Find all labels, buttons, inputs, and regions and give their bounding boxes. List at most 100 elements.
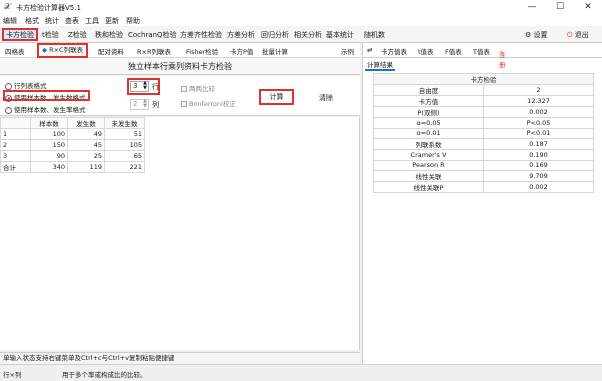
- grid-cell[interactable]: 45: [67, 139, 105, 151]
- table-row: α=0.05 P<0.05: [373, 117, 594, 129]
- result-label: α=0.05: [373, 117, 484, 129]
- swap-icon[interactable]: ⇄: [367, 46, 372, 54]
- result-value: 0.002: [483, 106, 594, 118]
- radio-indicator: [5, 106, 12, 114]
- grid-cell: 119: [67, 161, 105, 173]
- grid-cell: 340: [30, 161, 68, 173]
- subtab-paired[interactable]: 配对资料: [98, 46, 124, 56]
- result-label: P(双侧): [373, 106, 484, 118]
- radio-label: 行列表格式: [14, 82, 47, 90]
- calculate-button[interactable]: 计算: [262, 92, 291, 102]
- radio-row-column-format[interactable]: 行列表格式: [5, 80, 47, 90]
- results-table: 卡方检验 自由度 2 卡方值 12.327 P(双侧) 0.002 α=0.05…: [373, 73, 594, 193]
- data-grid[interactable]: 样本数 发生数 未发生数 1 100 49 51 2 150 45 105 3 …: [0, 117, 145, 173]
- menu-tools[interactable]: 工具: [85, 16, 99, 26]
- table-row: 卡方值 12.327: [373, 95, 594, 107]
- input-hint: 单输入状态支持右键菜单及Ctrl+c与Ctrl+v复制粘贴便捷键: [0, 352, 360, 364]
- subtab-fourfold[interactable]: 四格表: [5, 46, 25, 56]
- grid-cell[interactable]: 90: [30, 150, 68, 162]
- grid-cell[interactable]: 51: [104, 128, 145, 140]
- grid-cell[interactable]: 49: [67, 128, 105, 140]
- table-row: 列联系数 0.187: [373, 138, 594, 150]
- tab-random[interactable]: 随机数: [362, 29, 387, 42]
- tab-z-test[interactable]: Z检验: [66, 29, 89, 42]
- checkbox-box: [181, 101, 187, 107]
- tab-cochran-q[interactable]: CochranQ检验: [126, 29, 179, 42]
- tab-T-table[interactable]: T值表: [473, 46, 490, 56]
- tab-correlation[interactable]: 相关分析: [292, 29, 324, 42]
- tab-chi-square[interactable]: 卡方检验: [2, 28, 38, 41]
- status-left: 行×列: [3, 371, 22, 379]
- tab-results[interactable]: 计算结果: [365, 59, 395, 71]
- window-title: 卡方检验计算器V5.1: [16, 4, 81, 12]
- cols-spinner[interactable]: 2 ▲ ▼: [130, 99, 149, 110]
- spinner-arrows-icon[interactable]: ▲ ▼: [143, 99, 147, 109]
- example-link[interactable]: 示例: [341, 46, 354, 56]
- table-header-row: 样本数 发生数 未发生数: [0, 117, 145, 129]
- menu-bar: 编辑 格式 统计 查表 工具 更新 帮助: [0, 14, 602, 26]
- subtab-rxr[interactable]: R×R列联表: [137, 46, 171, 56]
- menu-update[interactable]: 更新: [105, 16, 119, 26]
- results-pane: ⇄ 卡方值表 t值表 F值表 T值表 ⚷ 注册 计算结果 卡方检验 自由度 2 卡…: [362, 43, 602, 364]
- table-row-total: 合计 340 119 221: [0, 161, 145, 173]
- tab-t-test[interactable]: t检验: [40, 29, 61, 42]
- subtab-fisher[interactable]: Fisher检验: [186, 46, 218, 56]
- result-value: 0.187: [483, 138, 594, 150]
- bonferroni-checkbox[interactable]: Bonferroni校正: [181, 98, 236, 108]
- tab-anova[interactable]: 方差分析: [225, 29, 257, 42]
- minimize-button[interactable]: —: [518, 0, 546, 14]
- menu-statistics[interactable]: 统计: [45, 16, 59, 26]
- cols-label: 列: [152, 101, 159, 109]
- header-cell: 发生数: [67, 117, 105, 129]
- tab-regression[interactable]: 回归分析: [259, 29, 291, 42]
- clear-button[interactable]: 清除: [314, 93, 338, 103]
- table-row: P(双侧) 0.002: [373, 106, 594, 118]
- menu-lookup[interactable]: 查表: [65, 16, 79, 26]
- settings-button[interactable]: ⚙ 设置: [525, 29, 548, 41]
- table-row: 1 100 49 51: [0, 128, 145, 140]
- menu-help[interactable]: 帮助: [126, 16, 140, 26]
- result-label: Cramer's V: [373, 149, 484, 161]
- subtab-rxc[interactable]: ◆ R×C列联表: [37, 43, 89, 58]
- grid-cell[interactable]: 25: [67, 150, 105, 162]
- cols-spinner-value: 2: [133, 100, 138, 108]
- grid-cell[interactable]: 150: [30, 139, 68, 151]
- table-row: 线性关联 9.709: [373, 170, 594, 182]
- table-row: α=0.01 P<0.01: [373, 127, 594, 139]
- checkbox-label: 两两比较: [189, 85, 215, 93]
- tab-descriptive[interactable]: 基本统计: [324, 29, 356, 42]
- grid-cell[interactable]: 105: [104, 139, 145, 151]
- tab-rank-sum[interactable]: 秩和检验: [93, 29, 125, 42]
- tab-t-table[interactable]: t值表: [418, 46, 434, 56]
- grid-cell[interactable]: 100: [30, 128, 68, 140]
- grid-cell: 221: [104, 161, 145, 173]
- app-icon: 𝒳: [4, 2, 11, 11]
- main-tab-bar: 卡方检验 t检验 Z检验 秩和检验 CochranQ检验 方差齐性检验 方差分析…: [0, 26, 602, 43]
- result-value: P<0.01: [483, 127, 594, 139]
- data-grid-area: 样本数 发生数 未发生数 1 100 49 51 2 150 45 105 3 …: [0, 117, 360, 350]
- results-title-row: 卡方检验: [373, 73, 594, 85]
- result-label: Pearson R: [373, 159, 484, 171]
- maximize-button[interactable]: ☐: [546, 0, 574, 14]
- tab-f-table[interactable]: F值表: [445, 46, 462, 56]
- tab-chi-table[interactable]: 卡方值表: [381, 46, 407, 56]
- subtab-batch[interactable]: 批量计算: [262, 46, 288, 56]
- spinner-arrows-icon[interactable]: ▲ ▼: [143, 81, 147, 91]
- table-row: Cramer's V 0.190: [373, 149, 594, 161]
- subtab-chi-p[interactable]: 卡方P值: [230, 46, 253, 56]
- grid-cell[interactable]: 65: [104, 150, 145, 162]
- row-label: 1: [0, 128, 31, 140]
- menu-edit[interactable]: 编辑: [3, 16, 17, 26]
- result-label: 线性关联: [373, 170, 484, 182]
- close-button[interactable]: ✕: [574, 0, 602, 14]
- result-label: 自由度: [373, 84, 484, 96]
- radio-sample-rate-format[interactable]: 使用样本数、发生率格式: [5, 104, 86, 114]
- rows-spinner[interactable]: 3 ▲ ▼: [130, 81, 149, 92]
- result-value: P<0.05: [483, 117, 594, 129]
- menu-format[interactable]: 格式: [25, 16, 39, 26]
- pairwise-checkbox[interactable]: 两两比较: [181, 83, 215, 93]
- tab-homogeneity[interactable]: 方差齐性检验: [178, 29, 224, 42]
- status-bar: 行×列 用于多个率或构成比的比较。: [0, 364, 602, 381]
- settings-label: 设置: [533, 31, 548, 39]
- exit-button[interactable]: ⏻ 退出: [567, 29, 589, 41]
